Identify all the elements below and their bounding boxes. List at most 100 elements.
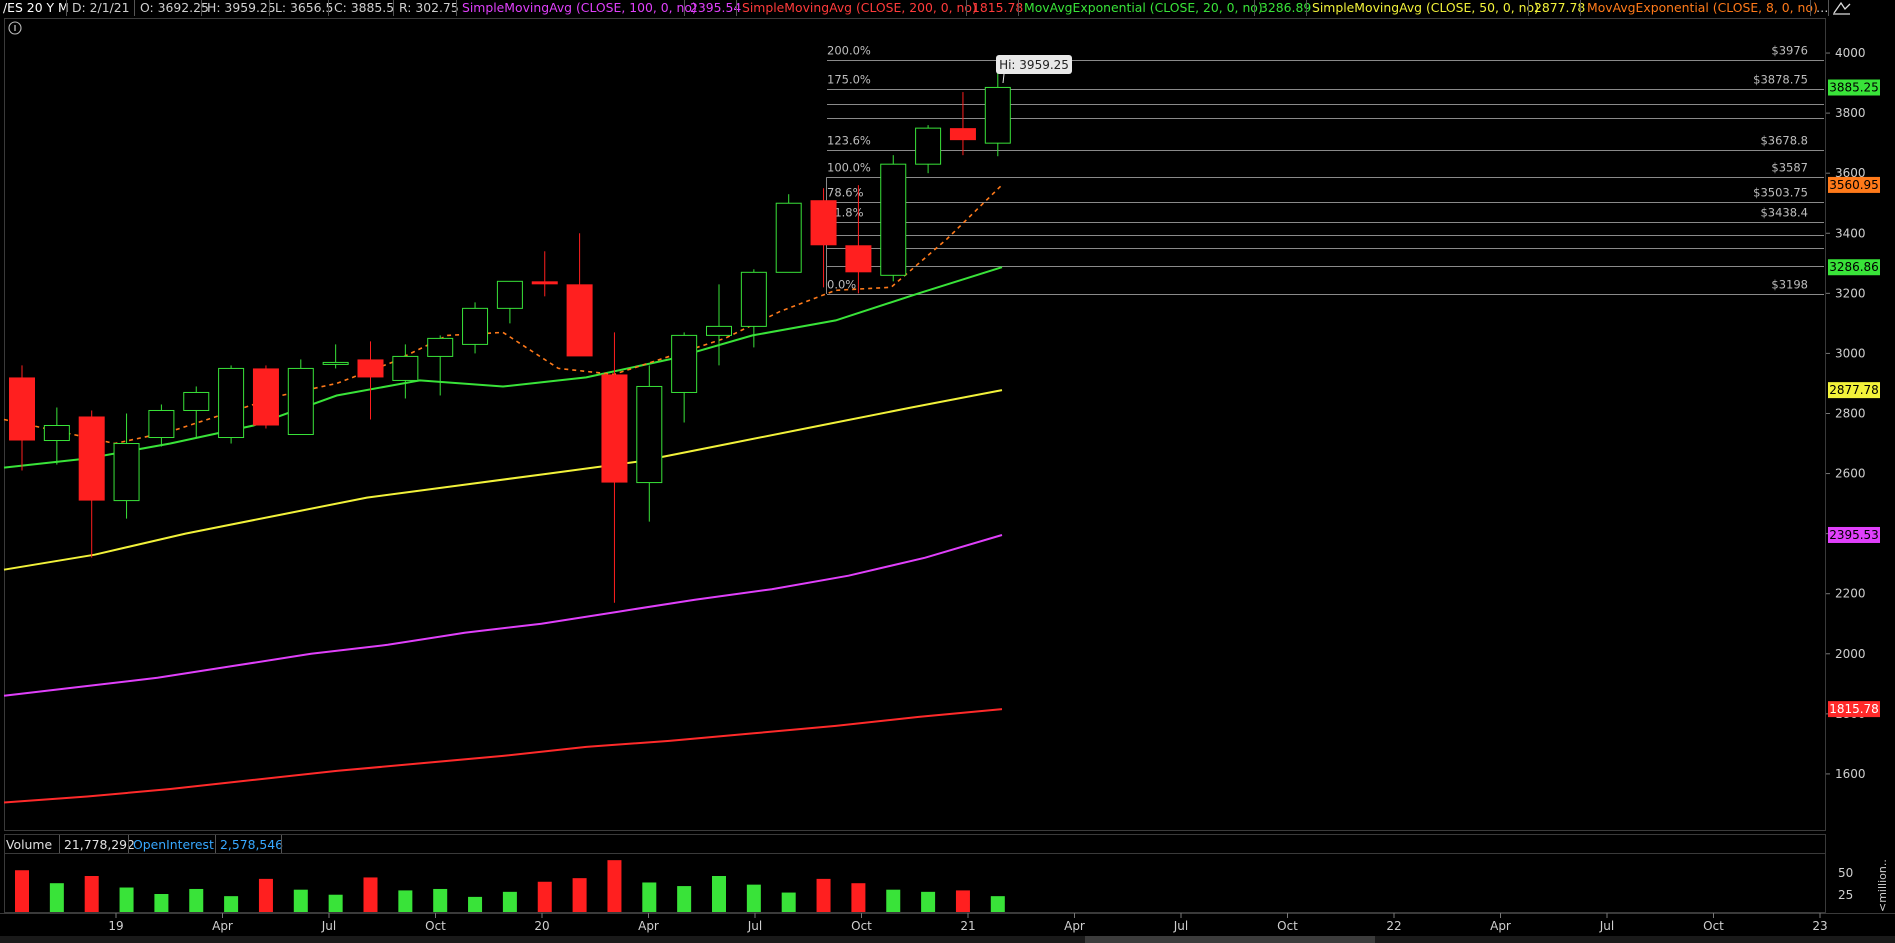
price-badge-text: 2877.78	[1829, 383, 1879, 397]
time-tick-label: Apr	[212, 919, 233, 933]
time-tick-label: 20	[534, 919, 549, 933]
candle-body	[218, 367, 245, 439]
fib-level-percent: 123.6%	[827, 134, 871, 148]
time-tick-label: Apr	[1490, 919, 1511, 933]
volume-bar	[189, 888, 204, 912]
time-axis[interactable]: 19 Apr Jul Oct 20 Apr Jul Oct 21 Apr Jul Oct 22 Apr Ju…	[108, 913, 1828, 933]
price-tick-label: 3000	[1835, 346, 1866, 360]
time-tick-label: Jul	[1599, 919, 1614, 933]
volume-bar	[955, 890, 970, 912]
time-tick-label: Apr	[1064, 919, 1085, 933]
volume-bar	[293, 889, 308, 912]
price-badge-text: 1815.78	[1829, 702, 1879, 716]
fib-level-percent: 0.0%	[827, 278, 856, 292]
volume-bar	[886, 889, 901, 912]
candle-body	[496, 280, 523, 309]
open-interest-label[interactable]: OpenInterest	[133, 837, 214, 852]
volume-bar	[572, 878, 587, 912]
candle-body	[984, 86, 1011, 144]
volume-bar	[781, 892, 796, 912]
price-tick-label: 3400	[1835, 226, 1866, 240]
volume-bar	[537, 881, 552, 912]
volume-bar	[746, 884, 761, 912]
info-icon[interactable]	[8, 21, 22, 35]
candle-body	[392, 355, 419, 381]
candle-body	[566, 284, 593, 357]
volume-unit-label: <million..	[1876, 859, 1889, 912]
price-axis[interactable]: 1600180020002200240026002800300032003400…	[1826, 46, 1866, 781]
fibonacci-extension[interactable]: 200.0% $3976 175.0% $3878.75 123.6% $3678.8 10…	[826, 44, 1825, 295]
volume-bar	[49, 883, 64, 912]
volume-bar	[15, 870, 29, 912]
volume-bar	[607, 860, 622, 912]
candle-body	[845, 245, 872, 273]
price-tick-label: 2600	[1835, 467, 1866, 481]
fib-level-percent: 200.0%	[827, 44, 871, 58]
candle-body	[915, 127, 942, 165]
candle-body	[810, 200, 837, 246]
fib-level-price: $3976	[1771, 44, 1808, 58]
candle-body	[949, 128, 976, 141]
volume-bar	[258, 878, 273, 912]
candle-body	[740, 271, 767, 327]
moving-average-line	[3, 708, 1003, 804]
candle-body	[462, 307, 489, 345]
volume-tick: 50	[1838, 866, 1853, 880]
volume-bar	[154, 894, 169, 912]
volume-bar	[224, 896, 239, 912]
volume-bar	[84, 876, 99, 912]
volume-bar	[677, 886, 692, 912]
price-tick-label: 2800	[1835, 406, 1866, 420]
volume-header: Volume 21,778,292 OpenInterest 2,578,546	[6, 835, 283, 853]
time-tick-label: Oct	[425, 919, 446, 933]
volume-axis: 50 25 <million..	[1838, 859, 1889, 912]
price-badge-text: 3885.25	[1829, 81, 1879, 95]
candle-body	[287, 367, 314, 436]
price-tick-label: 1600	[1835, 767, 1866, 781]
time-tick-label: Oct	[1703, 919, 1724, 933]
time-tick-label: Jul	[747, 919, 762, 933]
volume-bar	[398, 890, 413, 912]
high-callout-text: Hi: 3959.25	[999, 58, 1069, 72]
fib-level-price: $3503.75	[1753, 186, 1808, 200]
fib-level-price: $3678.8	[1760, 134, 1808, 148]
candle-body	[43, 425, 70, 442]
time-tick-label: Jul	[1173, 919, 1188, 933]
volume-bar	[990, 896, 1005, 912]
volume-bar	[921, 891, 936, 912]
time-tick-label: 19	[108, 919, 123, 933]
price-badge-text: 2395.53	[1829, 528, 1879, 542]
time-tick-label: Oct	[1277, 919, 1298, 933]
volume-bar	[468, 896, 483, 912]
open-interest-value: 2,578,546	[220, 837, 283, 852]
candle-body	[775, 202, 802, 273]
price-tick-label: 2000	[1835, 647, 1866, 661]
volume-bar	[816, 878, 831, 912]
time-tick-label: Oct	[851, 919, 872, 933]
candle-body	[357, 359, 384, 378]
volume-tick: 25	[1838, 888, 1853, 902]
price-chart[interactable]: 200.0% $3976175.0% $3878.75123.6% $3678.810…	[0, 0, 1895, 943]
candle-body	[427, 337, 454, 357]
candle-body	[322, 361, 349, 365]
volume-label[interactable]: Volume	[6, 837, 52, 852]
fib-level-price: $3587	[1771, 161, 1808, 175]
horizontal-scrollbar-track[interactable]	[0, 936, 1895, 943]
candle-body	[880, 163, 907, 276]
price-tick-label: 4000	[1835, 46, 1866, 60]
volume-bar	[363, 877, 378, 912]
candle-body	[252, 368, 279, 426]
fib-level-percent: 175.0%	[827, 73, 871, 87]
volume-bar	[328, 894, 343, 912]
candle-body	[113, 443, 140, 502]
candle-body	[601, 374, 628, 483]
volume-value: 21,778,292	[64, 837, 135, 852]
candle-body	[671, 334, 698, 393]
fib-level-price: $3198	[1771, 278, 1808, 292]
horizontal-scrollbar-thumb[interactable]	[1085, 936, 1375, 943]
fib-level-price: $3878.75	[1753, 73, 1808, 87]
moving-average-line	[3, 534, 1003, 697]
time-tick-label: 22	[1386, 919, 1401, 933]
candle-body	[706, 325, 732, 336]
time-tick-label: 23	[1812, 919, 1827, 933]
